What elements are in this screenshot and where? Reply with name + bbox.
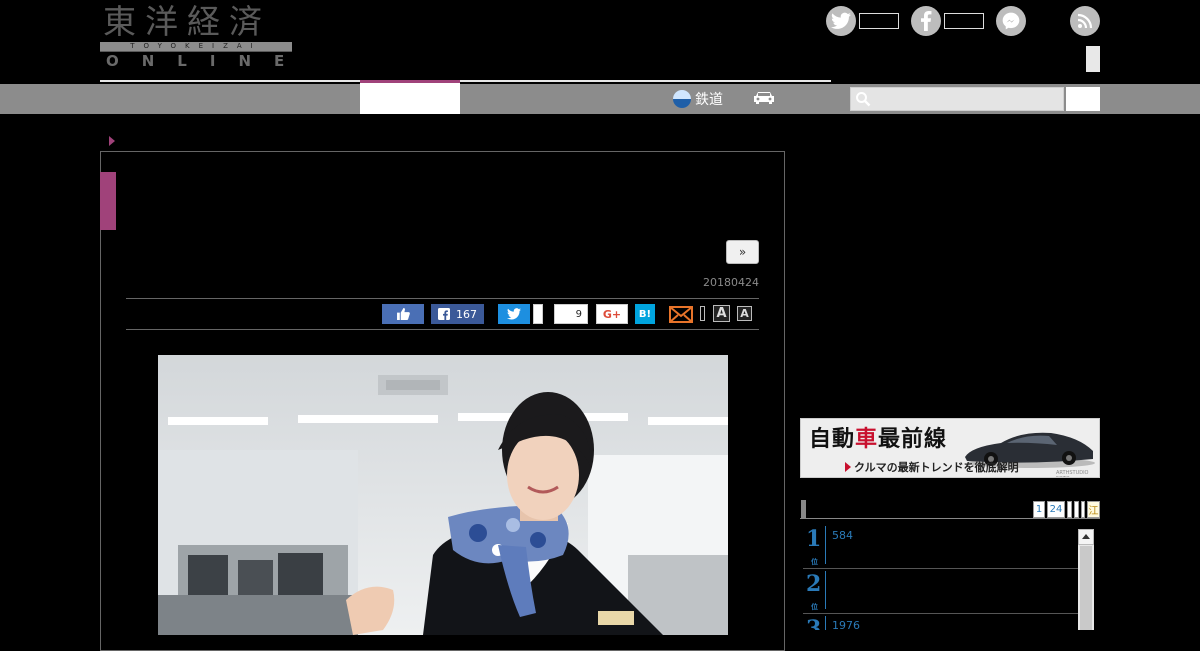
nav-item-rail[interactable]: 鉄道	[673, 88, 723, 110]
search-button[interactable]	[1066, 87, 1100, 111]
logo-romaji: TOYOKEIZAI	[100, 42, 292, 51]
facebook-icon	[438, 308, 450, 320]
facebook-icon[interactable]	[911, 6, 941, 36]
twitter-share-button[interactable]	[498, 304, 530, 324]
ranking-divider	[825, 616, 826, 630]
ranking-tab-24[interactable]: 24	[1047, 501, 1065, 518]
share-top-divider	[126, 298, 759, 299]
twitter-follow[interactable]	[826, 6, 899, 36]
font-size-small-button[interactable]: A	[737, 306, 752, 321]
messenger-icon[interactable]	[996, 6, 1026, 36]
facebook-share-button[interactable]: 167	[431, 304, 484, 324]
twitter-count	[859, 13, 899, 29]
banner-title: 自動車最前線	[809, 426, 948, 452]
twitter-share-count	[533, 304, 543, 324]
ranking-number: 1位	[806, 526, 822, 566]
ranking-list: 1位 584 2位 3位 1976	[803, 524, 1078, 630]
ranking-number: 3位	[806, 616, 822, 630]
ranking-count: 1976	[832, 619, 860, 630]
ranking-item[interactable]: 1位 584	[803, 524, 1078, 569]
ranking-item[interactable]: 3位 1976	[803, 614, 1078, 630]
facebook-follow[interactable]	[911, 6, 984, 36]
nav-item-rail-label: 鉄道	[695, 92, 723, 108]
login-button[interactable]	[1086, 46, 1100, 72]
hatena-bookmark-button[interactable]: B!	[635, 304, 655, 324]
mail-icon[interactable]	[669, 306, 693, 323]
ranking-header-mark	[801, 500, 806, 518]
twitter-icon	[507, 308, 521, 320]
pocket-share-count[interactable]: 9	[554, 304, 588, 324]
breadcrumb-arrow-icon	[109, 136, 115, 146]
ranking-item[interactable]: 2位	[803, 569, 1078, 614]
publish-date: 20180424	[703, 276, 759, 289]
next-page-button[interactable]: »	[726, 240, 759, 264]
logo-online: ONLINE	[106, 52, 308, 70]
ranking-divider	[825, 526, 826, 564]
logo-kanji[interactable]: 東洋経済	[103, 2, 271, 42]
thumbs-up-icon	[396, 308, 410, 320]
facebook-like-button[interactable]	[382, 304, 424, 324]
banner-credit: ARTHSTUDIO FOTO	[1056, 470, 1089, 477]
banner-subtitle: クルマの最新トレンドを徹底解明	[845, 459, 1019, 475]
google-plus-button[interactable]: G+	[596, 304, 628, 324]
ranking-tab-6[interactable]: 江	[1087, 501, 1100, 518]
train-icon	[673, 90, 691, 108]
share-more-button[interactable]	[700, 306, 705, 321]
ranking-number: 2位	[806, 571, 822, 611]
rss-icon[interactable]	[1070, 6, 1100, 36]
twitter-icon[interactable]	[826, 6, 856, 36]
nav-tab-active[interactable]	[360, 80, 460, 114]
font-size-large-button[interactable]: A	[713, 305, 730, 322]
car-icon[interactable]	[752, 90, 776, 106]
category-marker	[100, 172, 116, 230]
ranking-scroll-thumb[interactable]	[1080, 546, 1092, 630]
scroll-up-arrow-icon[interactable]	[1078, 529, 1094, 545]
search-input[interactable]	[850, 87, 1064, 111]
facebook-share-count: 167	[456, 307, 477, 321]
ranking-tab-5[interactable]	[1081, 501, 1085, 518]
article-main-image	[158, 355, 728, 635]
ranking-divider	[825, 571, 826, 609]
ranking-count: 584	[832, 529, 853, 542]
ranking-tab-1[interactable]: 1	[1033, 501, 1045, 518]
facebook-count	[944, 13, 984, 29]
nav-top-border	[100, 80, 831, 82]
ranking-tab-4[interactable]	[1074, 501, 1079, 518]
ranking-tab-3[interactable]	[1067, 501, 1072, 518]
search-icon	[856, 92, 871, 107]
share-bottom-divider	[126, 329, 759, 330]
auto-frontline-banner[interactable]: 自動車最前線 クルマの最新トレンドを徹底解明 ARTHSTUDIO FOTO	[800, 418, 1100, 478]
